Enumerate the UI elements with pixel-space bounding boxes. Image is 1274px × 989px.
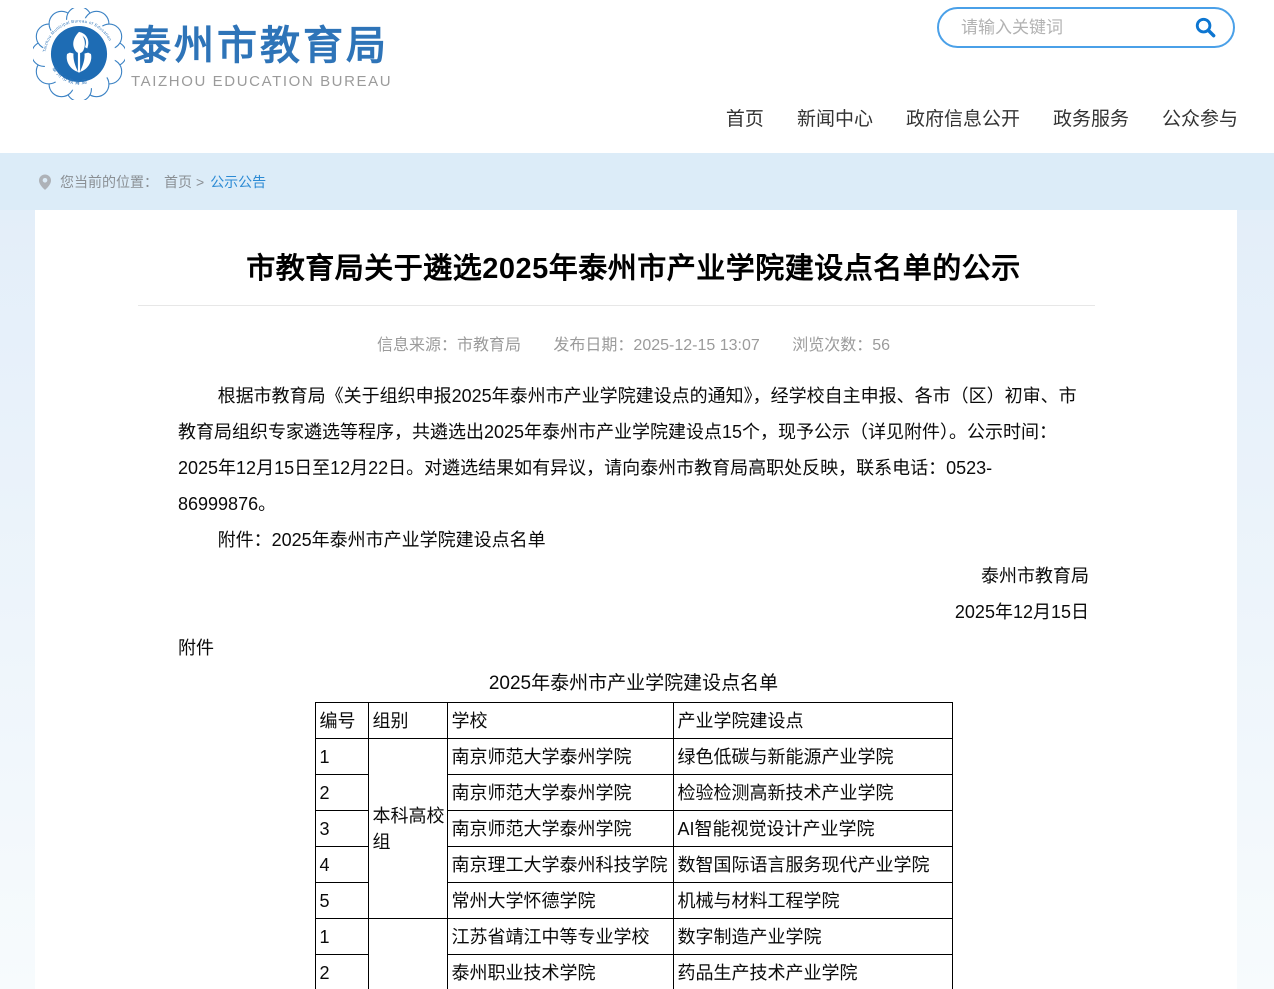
cell-number: 1: [315, 919, 368, 955]
cell-school: 南京理工大学泰州科技学院: [447, 847, 673, 883]
nav-item-gov-info[interactable]: 政府信息公开: [906, 104, 1020, 131]
article-title: 市教育局关于遴选2025年泰州市产业学院建设点名单的公示: [178, 252, 1089, 286]
search-input[interactable]: [939, 18, 1194, 38]
appendix-label: 附件: [178, 630, 1089, 666]
cell-school: 南京师范大学泰州学院: [447, 811, 673, 847]
site-name-en: TAIZHOU EDUCATION BUREAU: [131, 73, 392, 90]
cell-college: AI智能视觉设计产业学院: [673, 811, 952, 847]
nav-item-services[interactable]: 政务服务: [1053, 104, 1129, 131]
cell-school: 江苏省靖江中等专业学校: [447, 919, 673, 955]
appendix-table: 编号 组别 学校 产业学院建设点 1 本科高校组 南京师范大学泰州学院 绿色低碳…: [315, 702, 953, 989]
meta-source: 信息来源：市教育局: [377, 337, 521, 354]
nav-item-public[interactable]: 公众参与: [1162, 104, 1238, 131]
cell-number: 3: [315, 811, 368, 847]
cell-group-second: [368, 919, 447, 989]
cell-college: 机械与材料工程学院: [673, 883, 952, 919]
cell-college: 数智国际语言服务现代产业学院: [673, 847, 952, 883]
page-background: 市教育局关于遴选2025年泰州市产业学院建设点名单的公示 信息来源：市教育局 发…: [0, 210, 1274, 989]
logo-area: Taizhou Municipal Bureau of Education 泰 …: [33, 8, 392, 100]
site-titles: 泰州市教育局 TAIZHOU EDUCATION BUREAU: [131, 8, 392, 90]
cell-college: 检验检测高新技术产业学院: [673, 775, 952, 811]
cell-number: 2: [315, 955, 368, 989]
nav-item-news[interactable]: 新闻中心: [797, 104, 873, 131]
cell-number: 5: [315, 883, 368, 919]
table-caption: 2025年泰州市产业学院建设点名单: [178, 666, 1089, 702]
cell-number: 2: [315, 775, 368, 811]
cell-school: 南京师范大学泰州学院: [447, 739, 673, 775]
search-box: [937, 7, 1235, 48]
cell-school: 常州大学怀德学院: [447, 883, 673, 919]
nav-item-home[interactable]: 首页: [726, 104, 764, 131]
cell-school: 泰州职业技术学院: [447, 955, 673, 989]
cell-college: 数字制造产业学院: [673, 919, 952, 955]
search-button[interactable]: [1194, 16, 1233, 39]
signature: 泰州市教育局: [178, 558, 1089, 594]
main-nav: 首页 新闻中心 政府信息公开 政务服务 公众参与: [726, 104, 1238, 131]
search-icon: [1194, 16, 1217, 39]
location-pin-icon: [36, 173, 54, 191]
meta-views: 浏览次数：56: [792, 337, 890, 354]
site-logo-icon: Taizhou Municipal Bureau of Education 泰 …: [33, 8, 125, 100]
breadcrumb-current-link[interactable]: 公示公告: [210, 172, 266, 192]
cell-college: 绿色低碳与新能源产业学院: [673, 739, 952, 775]
table-row: 1 本科高校组 南京师范大学泰州学院 绿色低碳与新能源产业学院: [315, 739, 952, 775]
cell-college: 药品生产技术产业学院: [673, 955, 952, 989]
breadcrumb-home-link[interactable]: 首页: [164, 172, 192, 192]
col-header-number: 编号: [315, 703, 368, 739]
cell-group-undergraduate: 本科高校组: [368, 739, 447, 919]
site-header: Taizhou Municipal Bureau of Education 泰 …: [0, 0, 1274, 153]
breadcrumb-prefix: 您当前的位置：: [60, 172, 158, 192]
col-header-college: 产业学院建设点: [673, 703, 952, 739]
signature-date: 2025年12月15日: [178, 594, 1089, 630]
table-header-row: 编号 组别 学校 产业学院建设点: [315, 703, 952, 739]
table-row: 1 江苏省靖江中等专业学校 数字制造产业学院: [315, 919, 952, 955]
meta-published: 发布日期：2025-12-15 13:07: [553, 337, 759, 354]
cell-number: 4: [315, 847, 368, 883]
col-header-school: 学校: [447, 703, 673, 739]
article-body-paragraph: 根据市教育局《关于组织申报2025年泰州市产业学院建设点的通知》，经学校自主申报…: [178, 378, 1089, 522]
title-divider: [138, 305, 1095, 306]
cell-number: 1: [315, 739, 368, 775]
breadcrumb: 您当前的位置： 首页 > 公示公告: [0, 153, 1274, 210]
article-card: 市教育局关于遴选2025年泰州市产业学院建设点名单的公示 信息来源：市教育局 发…: [35, 210, 1237, 989]
cell-school: 南京师范大学泰州学院: [447, 775, 673, 811]
article-meta: 信息来源：市教育局 发布日期：2025-12-15 13:07 浏览次数：56: [178, 331, 1089, 355]
col-header-group: 组别: [368, 703, 447, 739]
site-name: 泰州市教育局: [131, 24, 392, 68]
breadcrumb-separator: >: [196, 174, 204, 190]
attachment-line: 附件：2025年泰州市产业学院建设点名单: [178, 522, 1089, 558]
